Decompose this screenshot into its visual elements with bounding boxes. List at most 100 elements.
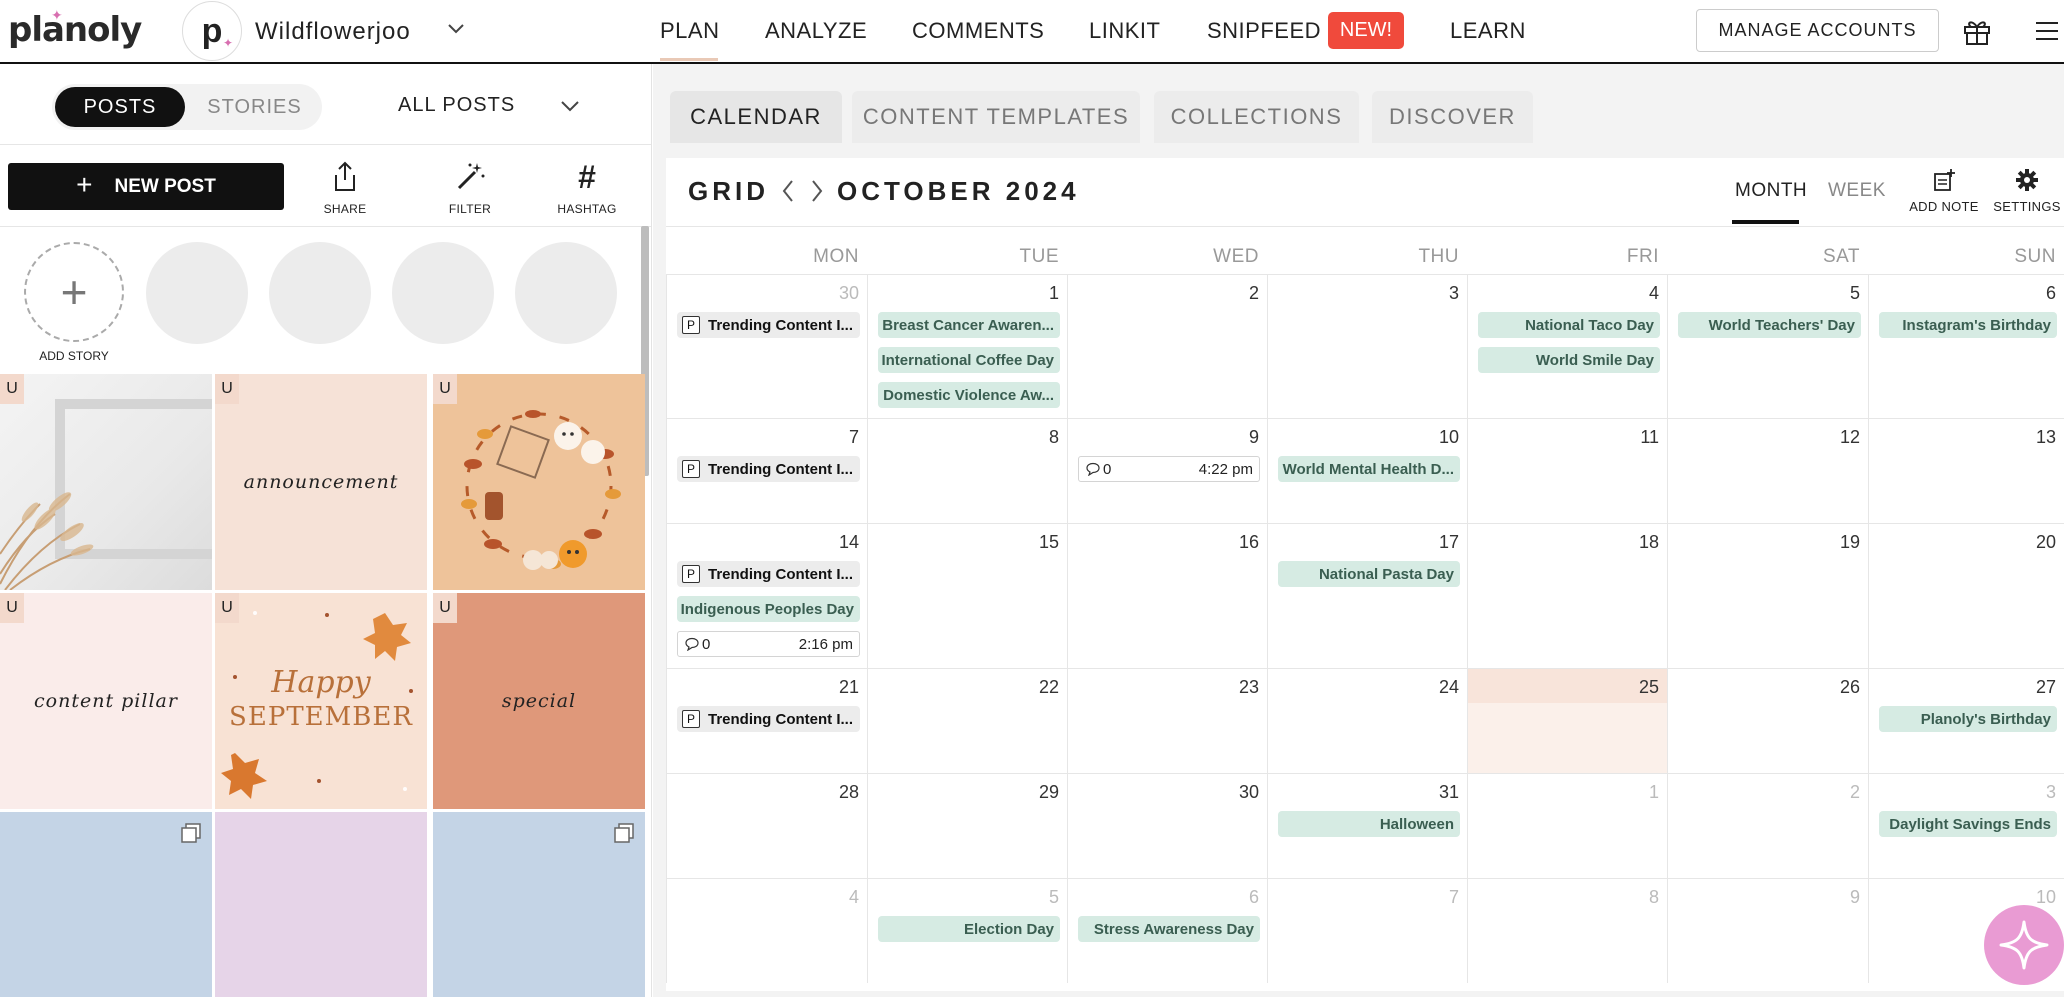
- calendar-day[interactable]: 21 P Trending Content I...: [666, 668, 867, 773]
- grid-post-tile[interactable]: [215, 812, 427, 997]
- view-week-button[interactable]: WEEK: [1828, 180, 1886, 202]
- calendar-day[interactable]: 16: [1067, 523, 1267, 668]
- calendar-day[interactable]: 2: [1667, 773, 1868, 878]
- calendar-day[interactable]: 22: [867, 668, 1067, 773]
- planned-post[interactable]: P Trending Content I...: [677, 456, 860, 482]
- grid-post-tile[interactable]: U special: [433, 593, 645, 809]
- nav-analyze[interactable]: ANALYZE: [765, 18, 867, 44]
- calendar-day[interactable]: 3: [1267, 274, 1467, 418]
- calendar-day[interactable]: 5 Election Day: [867, 878, 1067, 983]
- view-month-button[interactable]: MONTH: [1735, 180, 1807, 202]
- filter-tool[interactable]: FILTER: [430, 160, 510, 216]
- calendar-day[interactable]: 7 P Trending Content I...: [666, 418, 867, 523]
- calendar-day[interactable]: 30: [1067, 773, 1267, 878]
- nav-linkit[interactable]: LINKIT: [1089, 18, 1160, 44]
- calendar-day[interactable]: 11: [1467, 418, 1667, 523]
- calendar-day[interactable]: 7: [1267, 878, 1467, 983]
- story-placeholder[interactable]: [146, 242, 248, 344]
- calendar-day[interactable]: 3 Daylight Savings Ends: [1868, 773, 2064, 878]
- holiday-event[interactable]: World Teachers' Day: [1678, 312, 1861, 338]
- calendar-day[interactable]: 30 P Trending Content I...: [666, 274, 867, 418]
- grid-post-tile[interactable]: U: [433, 374, 645, 590]
- calendar-day[interactable]: 24: [1267, 668, 1467, 773]
- manage-accounts-button[interactable]: MANAGE ACCOUNTS: [1696, 9, 1939, 52]
- nav-plan[interactable]: PLAN: [660, 18, 719, 44]
- calendar-day[interactable]: 5 World Teachers' Day: [1667, 274, 1868, 418]
- calendar-day[interactable]: 4: [666, 878, 867, 983]
- settings-button[interactable]: SETTINGS: [1992, 168, 2062, 214]
- grid-post-tile[interactable]: U: [0, 374, 212, 590]
- calendar-day[interactable]: 9: [1667, 878, 1868, 983]
- holiday-event[interactable]: Breast Cancer Awaren...: [878, 312, 1060, 338]
- holiday-event[interactable]: Indigenous Peoples Day: [677, 596, 860, 622]
- nav-learn[interactable]: LEARN: [1450, 18, 1526, 44]
- new-post-button[interactable]: + NEW POST: [8, 163, 284, 210]
- holiday-event[interactable]: Instagram's Birthday: [1879, 312, 2057, 338]
- calendar-day[interactable]: 17 National Pasta Day: [1267, 523, 1467, 668]
- holiday-event[interactable]: Planoly's Birthday: [1879, 706, 2057, 732]
- share-tool[interactable]: SHARE: [305, 160, 385, 216]
- holiday-event[interactable]: Daylight Savings Ends: [1879, 811, 2057, 837]
- calendar-day[interactable]: 29: [867, 773, 1067, 878]
- planned-post[interactable]: P Trending Content I...: [677, 312, 860, 338]
- hamburger-menu-icon[interactable]: [2034, 20, 2060, 42]
- story-placeholder[interactable]: [392, 242, 494, 344]
- account-avatar[interactable]: p ✦: [182, 1, 242, 61]
- grid-post-tile[interactable]: U announcement: [215, 374, 427, 590]
- grid-post-tile[interactable]: U Happy SEPTEMBER: [215, 593, 427, 809]
- nav-comments[interactable]: COMMENTS: [912, 18, 1044, 44]
- add-story-button[interactable]: +: [24, 242, 124, 342]
- calendar-day[interactable]: 18: [1467, 523, 1667, 668]
- account-name[interactable]: Wildflowerjoo: [255, 18, 411, 46]
- calendar-day[interactable]: 10 World Mental Health D...: [1267, 418, 1467, 523]
- calendar-day[interactable]: 6 Stress Awareness Day: [1067, 878, 1267, 983]
- calendar-day[interactable]: 6 Instagram's Birthday: [1868, 274, 2064, 418]
- calendar-day[interactable]: 12: [1667, 418, 1868, 523]
- tab-discover[interactable]: DISCOVER: [1372, 91, 1533, 143]
- holiday-event[interactable]: Domestic Violence Aw...: [878, 382, 1060, 408]
- chevron-down-icon[interactable]: [558, 96, 582, 116]
- calendar-day[interactable]: 28: [666, 773, 867, 878]
- tab-calendar[interactable]: CALENDAR: [670, 91, 842, 143]
- posts-toggle[interactable]: POSTS: [55, 87, 185, 127]
- grid-post-tile[interactable]: U content pillar: [0, 593, 212, 809]
- story-placeholder[interactable]: [269, 242, 371, 344]
- grid-label[interactable]: GRID: [688, 176, 769, 207]
- gift-icon[interactable]: [1962, 16, 1992, 46]
- calendar-day[interactable]: 1 Breast Cancer Awaren... International Co…: [867, 274, 1067, 418]
- calendar-day[interactable]: 31 Halloween: [1267, 773, 1467, 878]
- calendar-day[interactable]: 20: [1868, 523, 2064, 668]
- chevron-down-icon[interactable]: [446, 18, 466, 38]
- chevron-right-icon[interactable]: [809, 178, 825, 204]
- grid-post-tile[interactable]: [433, 812, 645, 997]
- calendar-day[interactable]: 14 P Trending Content I... Indigenous Peopl…: [666, 523, 867, 668]
- holiday-event[interactable]: International Coffee Day: [878, 347, 1060, 373]
- planned-post[interactable]: P Trending Content I...: [677, 706, 860, 732]
- calendar-day-today[interactable]: 25: [1467, 668, 1667, 773]
- calendar-day[interactable]: 4 National Taco Day World Smile Day: [1467, 274, 1667, 418]
- calendar-day[interactable]: 1: [1467, 773, 1667, 878]
- ai-assistant-button[interactable]: [1984, 905, 2064, 985]
- calendar-day[interactable]: 26: [1667, 668, 1868, 773]
- calendar-day[interactable]: 23: [1067, 668, 1267, 773]
- calendar-day[interactable]: 9 0 4:22 pm: [1067, 418, 1267, 523]
- planned-post[interactable]: P Trending Content I...: [677, 561, 860, 587]
- nav-snipfeed[interactable]: SNIPFEED: [1207, 18, 1321, 44]
- scheduled-post[interactable]: 0 4:22 pm: [1078, 456, 1260, 482]
- holiday-event[interactable]: World Smile Day: [1478, 347, 1660, 373]
- tab-collections[interactable]: COLLECTIONS: [1154, 91, 1359, 143]
- holiday-event[interactable]: National Pasta Day: [1278, 561, 1460, 587]
- holiday-event[interactable]: World Mental Health D...: [1278, 456, 1460, 482]
- calendar-day[interactable]: 13: [1868, 418, 2064, 523]
- hashtag-tool[interactable]: # HASHTAG: [547, 160, 627, 216]
- calendar-day[interactable]: 8: [867, 418, 1067, 523]
- scheduled-post[interactable]: 0 2:16 pm: [677, 631, 860, 657]
- all-posts-filter[interactable]: ALL POSTS: [398, 94, 515, 117]
- calendar-day[interactable]: 27 Planoly's Birthday: [1868, 668, 2064, 773]
- grid-post-tile[interactable]: [0, 812, 212, 997]
- planoly-logo[interactable]: planoly: [8, 10, 142, 50]
- add-note-button[interactable]: ADD NOTE: [1909, 168, 1979, 214]
- chevron-left-icon[interactable]: [780, 178, 796, 204]
- calendar-day[interactable]: 2: [1067, 274, 1267, 418]
- holiday-event[interactable]: Stress Awareness Day: [1078, 916, 1260, 942]
